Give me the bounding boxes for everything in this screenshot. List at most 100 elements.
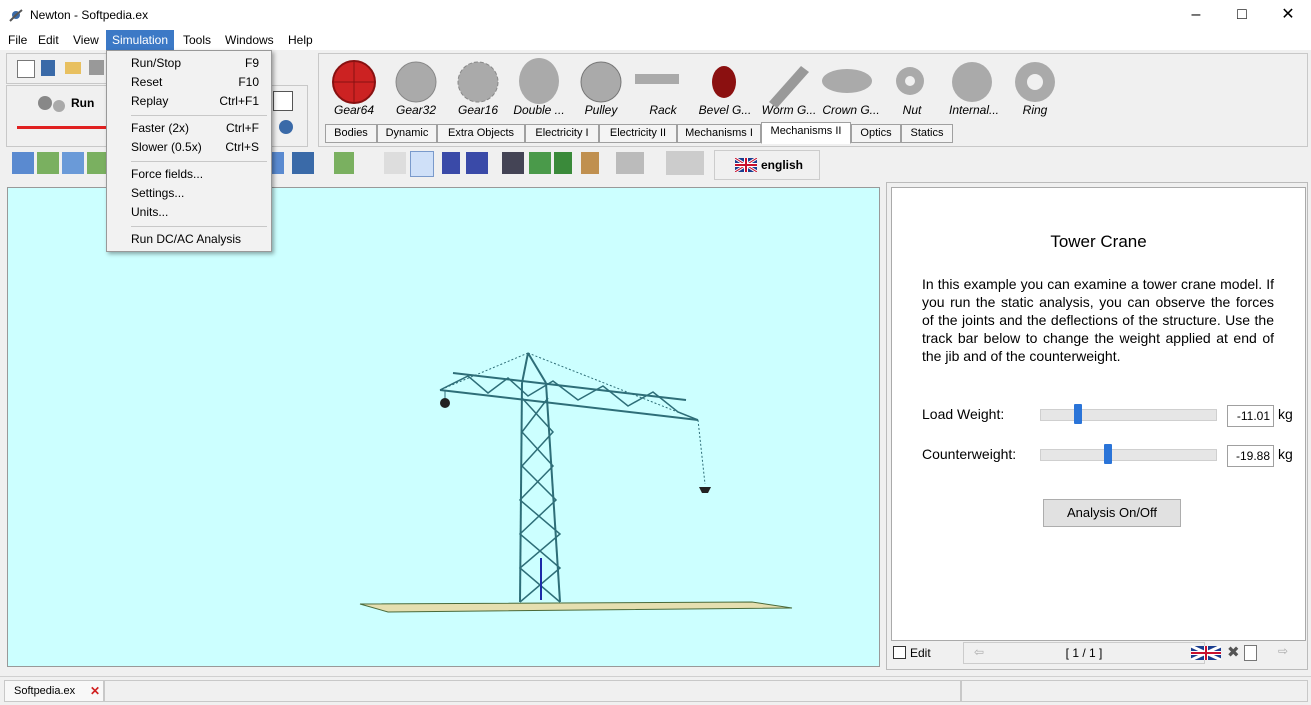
check-icon[interactable]: [292, 152, 314, 174]
next-arrow-icon[interactable]: ⇨: [1278, 644, 1288, 658]
open-folder-icon[interactable]: [65, 62, 81, 74]
uk-flag-icon[interactable]: [1191, 646, 1221, 660]
axis-zx-icon[interactable]: [62, 152, 84, 174]
menu-help[interactable]: Help: [282, 30, 319, 50]
bridge-icon[interactable]: [666, 151, 704, 175]
force-icon[interactable]: [442, 152, 460, 174]
counterweight-thumb[interactable]: [1104, 444, 1113, 464]
anchor-icon[interactable]: [554, 152, 572, 174]
tab-bodies[interactable]: Bodies: [325, 124, 377, 143]
page-icon[interactable]: [1244, 645, 1257, 661]
uk-flag-icon: [735, 158, 757, 172]
new-file-icon[interactable]: [17, 60, 35, 78]
menu-windows[interactable]: Windows: [219, 30, 280, 50]
tower-crane-model: [359, 352, 793, 613]
analysis-toggle-button[interactable]: Analysis On/Off: [1043, 499, 1181, 527]
record-icon[interactable]: [279, 120, 293, 134]
gears-icon: [38, 96, 65, 112]
menu-item-units[interactable]: Units...: [107, 203, 271, 222]
menu-separator: [131, 115, 267, 116]
language-label: english: [761, 158, 804, 172]
palette-gear32[interactable]: Gear32: [386, 103, 446, 117]
menu-view[interactable]: View: [67, 30, 105, 50]
tab-mechanisms-1[interactable]: Mechanisms I: [677, 124, 761, 143]
save-icon[interactable]: [89, 60, 104, 75]
graph-icon[interactable]: [273, 91, 293, 111]
edit-checkbox[interactable]: [893, 646, 906, 659]
menu-simulation[interactable]: Simulation: [106, 30, 175, 50]
close-tab-icon[interactable]: ✕: [90, 684, 100, 698]
axis-xz-icon[interactable]: [37, 152, 59, 174]
palette-ring[interactable]: Ring: [1005, 103, 1065, 117]
book-icon[interactable]: [41, 60, 55, 76]
rotate-icon[interactable]: [529, 152, 551, 174]
gear16-shape: [457, 61, 499, 103]
menu-item-force-fields[interactable]: Force fields...: [107, 165, 271, 184]
load-weight-slider[interactable]: [1040, 404, 1217, 424]
palette-crown-gear[interactable]: Crown G...: [819, 103, 883, 117]
tab-mechanisms-2[interactable]: Mechanisms II: [761, 122, 851, 144]
double-gear-shape: [519, 58, 559, 104]
tab-electricity-2[interactable]: Electricity II: [599, 124, 677, 143]
palette-nut[interactable]: Nut: [882, 103, 942, 117]
zoom-box-icon[interactable]: [502, 152, 524, 174]
maximize-button[interactable]: □: [1219, 0, 1265, 30]
file-toolbar: [6, 53, 116, 84]
menu-item-slower[interactable]: Slower (0.5x) Ctrl+S: [107, 138, 271, 157]
prism-icon[interactable]: [616, 152, 644, 174]
simulation-viewport[interactable]: [7, 187, 880, 667]
speed-track[interactable]: [17, 126, 112, 129]
crown-gear-shape: [822, 69, 872, 93]
menu-edit[interactable]: Edit: [32, 30, 65, 50]
palette-gear16[interactable]: Gear16: [448, 103, 508, 117]
run-button[interactable]: Run: [71, 96, 94, 110]
object-palette: Gear64 Gear32 Gear16 Double ... Pulley R…: [318, 53, 1308, 147]
document-tab-label: Softpedia.ex: [14, 685, 76, 697]
counterweight-label: Counterweight:: [922, 446, 1017, 462]
tab-optics[interactable]: Optics: [851, 124, 901, 143]
gear64-shape: [332, 60, 376, 104]
menu-item-settings[interactable]: Settings...: [107, 184, 271, 203]
menu-item-replay[interactable]: Replay Ctrl+F1: [107, 92, 271, 111]
app-icon: [9, 9, 23, 22]
document-tab[interactable]: Softpedia.ex ✕: [4, 680, 104, 702]
palette-worm-gear[interactable]: Worm G...: [758, 103, 820, 117]
palette-bevel-gear[interactable]: Bevel G...: [694, 103, 756, 117]
palette-tabs: Bodies Dynamic Extra Objects Electricity…: [325, 122, 1305, 144]
menu-item-reset[interactable]: Reset F10: [107, 73, 271, 92]
menu-item-dc-ac-analysis[interactable]: Run DC/AC Analysis: [107, 230, 271, 249]
menu-separator: [131, 226, 267, 227]
tab-dynamic[interactable]: Dynamic: [377, 124, 437, 143]
page-indicator: [ 1 / 1 ]: [1065, 646, 1103, 660]
info-panel: Tower Crane In this example you can exam…: [891, 187, 1306, 641]
status-bar: Softpedia.ex ✕: [0, 676, 1311, 705]
palette-double[interactable]: Double ...: [509, 103, 569, 117]
load-weight-value[interactable]: -11.01: [1227, 405, 1274, 427]
gear32-shape: [395, 61, 437, 103]
close-button[interactable]: ✕: [1265, 0, 1311, 30]
palette-pulley[interactable]: Pulley: [571, 103, 631, 117]
counterweight-value[interactable]: -19.88: [1227, 445, 1274, 467]
tab-extra-objects[interactable]: Extra Objects: [437, 124, 525, 143]
hand-icon[interactable]: [410, 151, 434, 177]
wrench-icon[interactable]: [581, 152, 599, 174]
delete-icon[interactable]: ✖: [1227, 643, 1240, 661]
menu-item-faster[interactable]: Faster (2x) Ctrl+F: [107, 119, 271, 138]
palette-rack[interactable]: Rack: [633, 103, 693, 117]
select-arrow-icon[interactable]: [384, 152, 406, 174]
pulley-shape: [580, 61, 622, 103]
language-selector[interactable]: english: [714, 150, 820, 180]
load-weight-thumb[interactable]: [1074, 404, 1083, 424]
menu-item-run-stop[interactable]: Run/Stop F9: [107, 54, 271, 73]
counterweight-slider[interactable]: [1040, 444, 1217, 464]
axis-xy-icon[interactable]: [12, 152, 34, 174]
palette-internal[interactable]: Internal...: [943, 103, 1005, 117]
menu-file[interactable]: File: [2, 30, 33, 50]
menu-tools[interactable]: Tools: [177, 30, 217, 50]
minimize-button[interactable]: –: [1173, 0, 1219, 30]
fit-icon[interactable]: [334, 152, 354, 174]
magnet-icon[interactable]: [466, 152, 488, 174]
tab-statics[interactable]: Statics: [901, 124, 953, 143]
palette-gear64[interactable]: Gear64: [324, 103, 384, 117]
tab-electricity-1[interactable]: Electricity I: [525, 124, 599, 143]
